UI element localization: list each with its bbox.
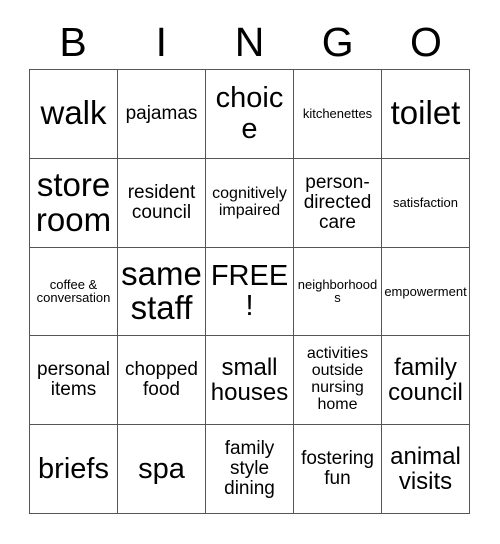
bingo-cell-label: fostering fun: [301, 447, 374, 490]
bingo-cell-label: same staff: [121, 254, 202, 327]
bingo-cell-b3[interactable]: coffee & conversation: [30, 247, 118, 337]
bingo-cell-i4[interactable]: chopped food: [118, 336, 206, 426]
bingo-cell-n4[interactable]: small houses: [206, 336, 294, 426]
bingo-cell-i5[interactable]: spa: [118, 425, 206, 514]
bingo-cell-n1[interactable]: choice: [206, 70, 294, 159]
bingo-cell-label: resident council: [127, 181, 196, 223]
bingo-cell-label: satisfaction: [392, 194, 459, 210]
bingo-cell-g4[interactable]: activities outside nursing home: [294, 336, 382, 426]
bingo-cell-o5[interactable]: animal visits: [382, 425, 470, 514]
bingo-cell-label: family style dining: [224, 437, 275, 500]
header-letter-b: B: [59, 19, 87, 65]
bingo-cell-b4[interactable]: personal items: [30, 336, 118, 426]
bingo-cell-label: animal visits: [390, 442, 461, 496]
bingo-cell-b5[interactable]: briefs: [30, 425, 118, 514]
bingo-cell-n2[interactable]: cognitively impaired: [206, 158, 294, 248]
bingo-cell-o2[interactable]: satisfaction: [382, 158, 470, 248]
bingo-cell-label: toilet: [390, 94, 461, 132]
bingo-cell-free-space[interactable]: FREE!: [206, 247, 294, 337]
bingo-cell-b1[interactable]: walk: [30, 70, 118, 159]
bingo-cell-g5[interactable]: fostering fun: [294, 425, 382, 514]
header-letter-n: N: [234, 19, 265, 65]
bingo-card: B I N G O walk pajamas choice kitchenett…: [0, 0, 500, 544]
bingo-cell-label: family council: [388, 353, 463, 407]
bingo-cell-label: briefs: [38, 452, 109, 485]
bingo-cell-o3[interactable]: empowerment: [382, 247, 470, 337]
bingo-cell-label: spa: [138, 452, 185, 485]
bingo-cell-label: coffee & conversation: [36, 276, 111, 306]
free-space-label: FREE!: [210, 259, 289, 323]
bingo-cell-i2[interactable]: resident council: [118, 158, 206, 248]
bingo-cell-label: choice: [215, 82, 284, 145]
bingo-cell-b2[interactable]: store room: [30, 158, 118, 248]
bingo-cell-label: cognitively impaired: [212, 184, 287, 219]
bingo-cell-label: small houses: [210, 353, 289, 407]
bingo-cell-g3[interactable]: neighborhoods: [294, 247, 382, 337]
bingo-cell-label: pajamas: [125, 102, 198, 124]
bingo-cell-label: empowerment: [384, 283, 467, 299]
bingo-cell-o4[interactable]: family council: [382, 336, 470, 426]
bingo-cell-label: personal items: [37, 359, 110, 401]
bingo-cell-label: walk: [40, 94, 107, 132]
bingo-cell-n5[interactable]: family style dining: [206, 425, 294, 514]
bingo-cell-label: activities outside nursing home: [306, 345, 369, 414]
bingo-cell-i1[interactable]: pajamas: [118, 70, 206, 159]
header-letter-g: G: [321, 19, 354, 65]
bingo-cell-label: neighborhoods: [297, 276, 378, 306]
bingo-cell-label: store room: [35, 165, 112, 238]
bingo-cell-o1[interactable]: toilet: [382, 70, 470, 159]
bingo-grid: walk pajamas choice kitchenettes toilet …: [29, 69, 470, 514]
bingo-cell-g2[interactable]: person- directed care: [294, 158, 382, 248]
header-letter-o: O: [409, 19, 442, 65]
header-letter-i: I: [155, 19, 167, 65]
bingo-cell-g1[interactable]: kitchenettes: [294, 70, 382, 159]
bingo-cell-label: person- directed care: [303, 171, 372, 233]
bingo-cell-label: kitchenettes: [302, 106, 373, 122]
bingo-cell-i3[interactable]: same staff: [118, 247, 206, 337]
bingo-cell-label: chopped food: [125, 359, 198, 401]
bingo-header-row: B I N G O: [29, 16, 470, 69]
